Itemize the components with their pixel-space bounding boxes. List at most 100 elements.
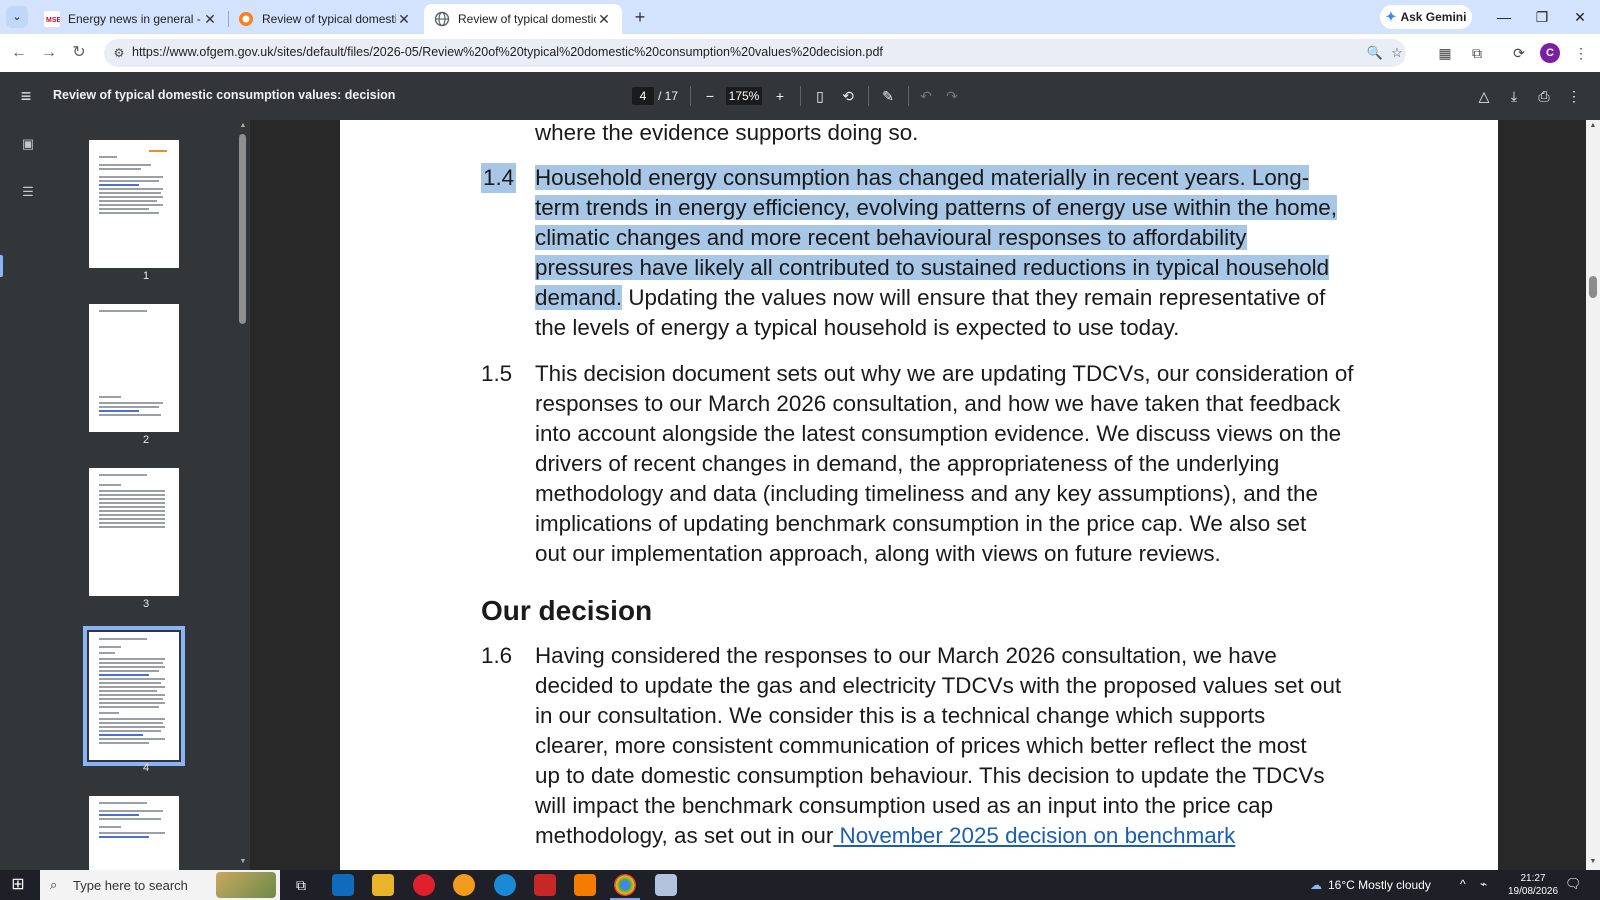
paragraph-number-1-6: 1.6 — [481, 643, 513, 668]
opera-app-icon[interactable] — [413, 874, 435, 896]
text-line: will impact the benchmark consumption us… — [535, 793, 1274, 818]
zoom-in-plus-icon[interactable]: + — [770, 86, 790, 106]
profile-avatar[interactable]: C — [1540, 43, 1560, 63]
restore-window-icon[interactable]: ❐ — [1522, 6, 1562, 28]
forward-arrow-icon[interactable]: → — [38, 42, 60, 64]
highlighted-text-fragment: demand. — [535, 285, 623, 310]
url-text[interactable]: https://www.ofgem.gov.uk/sites/default/f… — [132, 45, 883, 59]
undo-icon[interactable]: ↶ — [916, 86, 936, 106]
thumbnail-label: 2 — [142, 434, 150, 446]
page-thumbnail-3[interactable] — [89, 468, 179, 596]
tab-close-icon[interactable]: ✕ — [202, 11, 218, 28]
thumbnails-image-icon[interactable]: ▣ — [18, 134, 38, 154]
pdf-document-title: Review of typical domestic consumption v… — [53, 88, 396, 102]
qr-code-icon[interactable]: ▦ — [1434, 42, 1456, 64]
windows-start-icon[interactable]: ⊞ — [8, 876, 28, 894]
toolbar-divider — [690, 86, 691, 106]
outline-list-icon[interactable]: ☰ — [18, 182, 38, 202]
tab-title: Review of typical domestic consumption — [458, 12, 596, 26]
thumbnail-label: 1 — [142, 270, 150, 282]
extensions-puzzle-icon[interactable]: ⧉ — [1466, 42, 1488, 64]
bookmark-star-icon[interactable]: ☆ — [1388, 44, 1406, 62]
browser-tab-review-1[interactable]: Review of typical domestic consumption ✕ — [228, 4, 422, 34]
edge-app-icon[interactable] — [494, 874, 516, 896]
print-icon[interactable]: ⎙ — [1534, 86, 1554, 106]
scrollbar-thumb[interactable] — [1589, 276, 1597, 298]
page-thumbnail-2[interactable] — [89, 304, 179, 432]
text-fragment: methodology, as set out in our — [535, 823, 834, 848]
browser-tab-energy-news[interactable]: MSE Energy news in general - Page 2 ✕ — [34, 4, 228, 34]
text-line: Having considered the responses to our M… — [535, 643, 1277, 668]
scroll-down-arrow-icon[interactable]: ▼ — [238, 858, 248, 865]
tab-close-icon[interactable]: ✕ — [396, 11, 412, 28]
orange-circle-favicon-icon — [239, 12, 253, 26]
text-line: drivers of recent changes in demand, the… — [535, 451, 1280, 476]
chrome-app-icon[interactable] — [610, 874, 640, 900]
sidebar-rail: ▣ ☰ — [0, 120, 56, 870]
windows-taskbar: ⊞ ⌕ Type here to search ⧉ ☁ 16°C Mostly c… — [0, 870, 1600, 900]
svg-text:MSE: MSE — [46, 17, 60, 24]
sync-icon[interactable]: ⟳ — [1508, 42, 1530, 64]
clock-time: 21:27 — [1520, 873, 1546, 884]
drive-save-icon[interactable]: △ — [1474, 86, 1494, 106]
zoom-out-minus-icon[interactable]: − — [700, 86, 720, 106]
scroll-down-arrow-icon[interactable]: ▼ — [1588, 858, 1598, 865]
zoom-magnifier-icon[interactable]: 🔍 — [1366, 44, 1384, 62]
download-icon[interactable]: ⤓ — [1504, 86, 1524, 106]
window-app-icon[interactable] — [655, 874, 677, 896]
network-icon[interactable]: ⌁ — [1480, 877, 1487, 891]
hamburger-menu-icon[interactable]: ≡ — [16, 86, 36, 106]
scroll-up-arrow-icon[interactable]: ▲ — [238, 122, 248, 129]
annotate-pen-icon[interactable]: ✎ — [878, 86, 898, 106]
taskbar-clock[interactable]: 21:27 19/08/2026 — [1508, 872, 1558, 898]
text-line: decided to update the gas and electricit… — [535, 673, 1342, 698]
page-thumbnail-1[interactable] — [89, 140, 179, 268]
paragraph-number-1-4: 1.4 — [481, 163, 517, 193]
site-info-icon[interactable]: ⚙ — [110, 44, 128, 62]
browser-tab-review-active[interactable]: Review of typical domestic consumption ✕ — [424, 4, 622, 34]
browser-tab-strip: ⌄ MSE Energy news in general - Page 2 ✕ … — [0, 0, 1600, 34]
task-view-icon[interactable]: ⧉ — [290, 874, 312, 896]
scrollbar-thumb[interactable] — [239, 134, 246, 324]
weather-widget[interactable]: ☁ 16°C Mostly cloudy — [1310, 878, 1431, 892]
zoom-level-input[interactable]: 175% — [726, 87, 762, 105]
new-tab-button[interactable]: + — [630, 7, 650, 27]
section-heading: Our decision — [481, 595, 653, 626]
taskbar-search-box[interactable]: ⌕ Type here to search — [40, 870, 280, 900]
address-bar[interactable]: ⚙ https://www.ofgem.gov.uk/sites/default… — [104, 39, 1406, 67]
paragraph-number-1-5: 1.5 — [481, 361, 513, 386]
redo-icon[interactable]: ↷ — [942, 86, 962, 106]
tab-close-icon[interactable]: ✕ — [596, 11, 612, 28]
rotate-icon[interactable]: ⟲ — [838, 86, 858, 106]
orange-app-icon[interactable] — [574, 874, 596, 896]
search-icon: ⌕ — [50, 877, 58, 892]
text-line: in our consultation. We consider this is… — [535, 703, 1266, 728]
page-thumbnail-5[interactable] — [89, 796, 179, 870]
scroll-up-arrow-icon[interactable]: ▲ — [1588, 122, 1598, 129]
fit-page-icon[interactable]: ▯ — [810, 86, 830, 106]
tab-search-chevron-icon[interactable]: ⌄ — [6, 6, 28, 28]
back-arrow-icon[interactable]: ← — [8, 42, 30, 64]
toolbar-divider — [868, 86, 869, 106]
november-2025-decision-link[interactable]: November 2025 decision on benchmark — [833, 823, 1236, 848]
reload-icon[interactable]: ↻ — [68, 42, 90, 64]
vpn-app-icon[interactable] — [453, 874, 475, 896]
page-number-input[interactable]: 4 — [632, 87, 654, 105]
thumbnail-scrollbar[interactable]: ▲ ▼ — [236, 120, 250, 870]
outlook-app-icon[interactable] — [332, 874, 354, 896]
tray-chevron-up-icon[interactable]: ^ — [1460, 877, 1466, 891]
gemini-sparkle-icon: ✦ — [1385, 9, 1397, 24]
rail-active-indicator — [0, 255, 3, 277]
minimize-window-icon[interactable]: — — [1484, 6, 1524, 28]
notification-icon[interactable]: 🗨 — [1565, 876, 1582, 892]
text-line: responses to our March 2026 consultation… — [535, 391, 1341, 416]
ask-gemini-button[interactable]: ✦ Ask Gemini — [1380, 5, 1472, 29]
close-window-icon[interactable]: ✕ — [1560, 6, 1600, 28]
file-explorer-icon[interactable] — [372, 874, 394, 896]
document-scrollbar[interactable]: ▲ ▼ — [1586, 120, 1600, 870]
text-fragment: Updating the values now will ensure that… — [622, 285, 1326, 310]
page-thumbnail-4[interactable] — [83, 626, 185, 766]
more-options-icon[interactable]: ⋮ — [1564, 86, 1584, 106]
acrobat-app-icon[interactable] — [534, 874, 556, 896]
browser-menu-icon[interactable]: ⋮ — [1570, 42, 1592, 64]
